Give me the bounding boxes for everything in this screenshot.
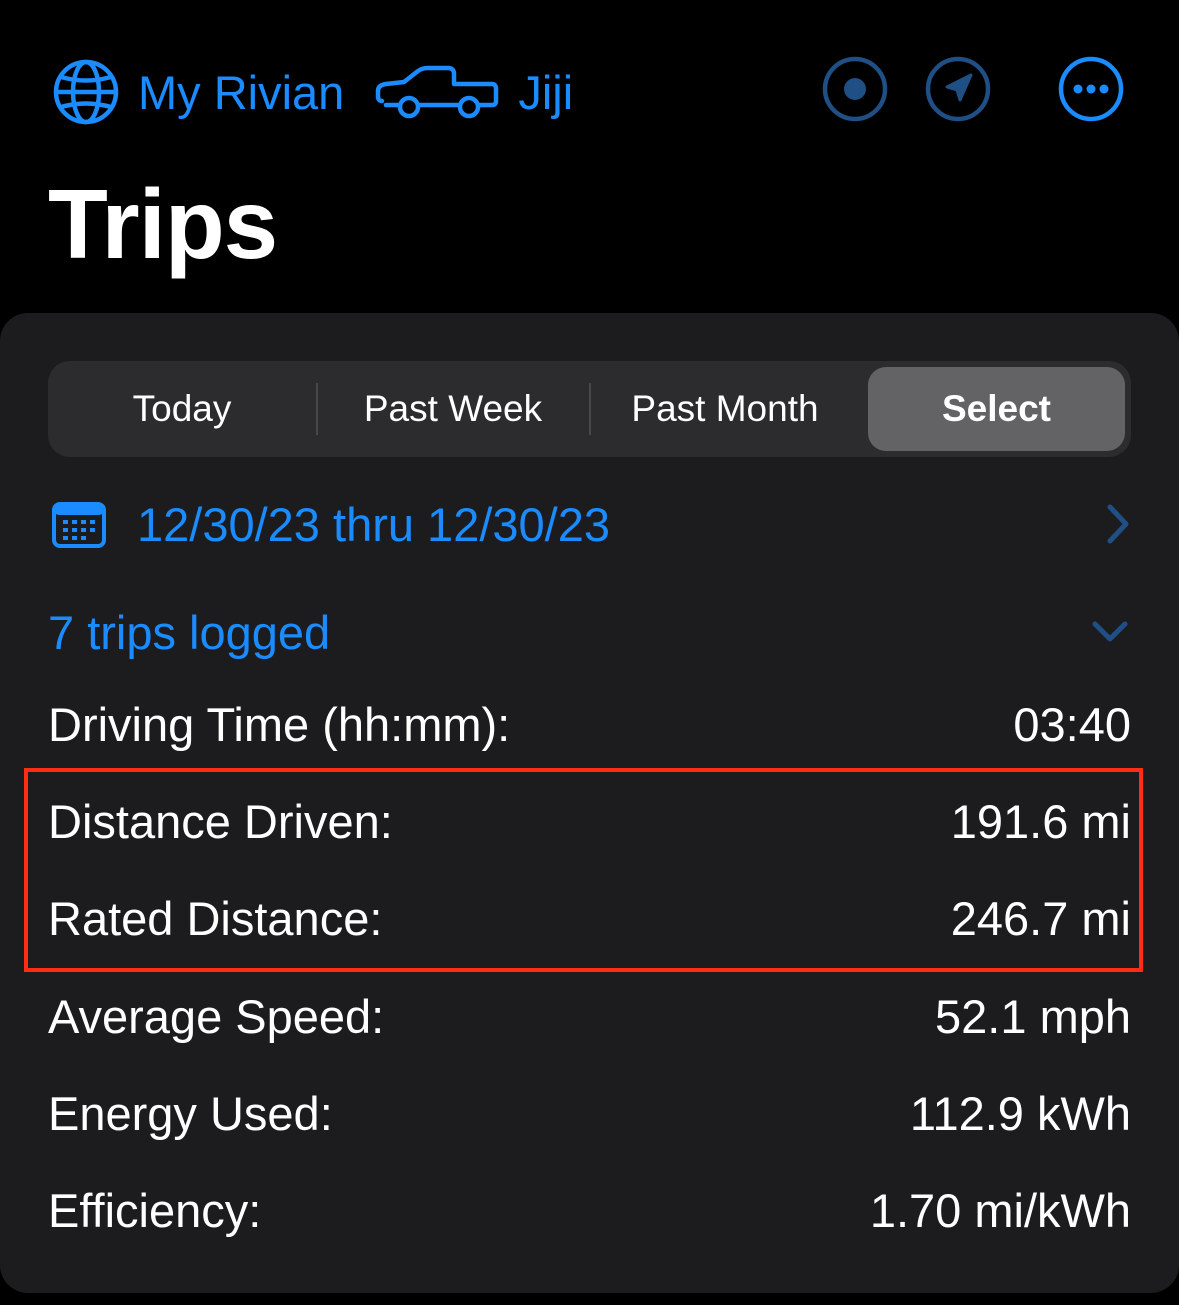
- segment-today[interactable]: Today: [48, 367, 316, 451]
- vehicle-button[interactable]: Jiji: [344, 65, 573, 120]
- trips-logged-text: 7 trips logged: [48, 605, 331, 659]
- highlight-annotation-box: [24, 768, 1143, 972]
- chevron-right-icon: [1107, 504, 1129, 544]
- stat-row-driving-time: Driving Time (hh:mm): 03:40: [48, 689, 1131, 759]
- nav-left-group: My Rivian Jiji: [52, 56, 573, 128]
- globe-icon: [53, 59, 119, 125]
- segment-past-month[interactable]: Past Month: [590, 367, 860, 451]
- stat-label: Efficiency:: [48, 1183, 262, 1237]
- trips-logged-row[interactable]: 7 trips logged: [48, 597, 1131, 667]
- range-segmented-control: Today Past Week Past Month Select: [48, 361, 1131, 457]
- ellipsis-circle-icon[interactable]: [1058, 56, 1124, 122]
- vehicle-label: Jiji: [518, 65, 574, 119]
- my-rivian-button[interactable]: My Rivian: [52, 58, 344, 126]
- date-range-row[interactable]: 12/30/23 thru 12/30/23: [48, 489, 1131, 559]
- stat-value: 112.9 kWh: [909, 1086, 1131, 1140]
- stat-row-average-speed: Average Speed: 52.1 mph: [48, 981, 1131, 1051]
- date-range-text: 12/30/23 thru 12/30/23: [137, 497, 611, 551]
- page-title: Trips: [48, 169, 278, 279]
- chevron-down-icon: [1092, 621, 1128, 642]
- stat-value: 1.70 mi/kWh: [869, 1183, 1131, 1237]
- stat-label: Average Speed:: [48, 989, 385, 1043]
- location-arrow-icon[interactable]: [925, 56, 991, 122]
- calendar-icon: [52, 502, 106, 548]
- my-rivian-label: My Rivian: [138, 65, 345, 119]
- record-icon[interactable]: [822, 56, 888, 122]
- top-nav-bar: My Rivian Jiji: [0, 50, 1179, 134]
- stat-value: 52.1 mph: [935, 989, 1131, 1043]
- segment-past-week[interactable]: Past Week: [318, 367, 588, 451]
- pickup-truck-icon: [376, 65, 499, 119]
- trips-summary-card: Today Past Week Past Month Select 12/30/…: [0, 313, 1179, 1293]
- segment-select[interactable]: Select: [868, 367, 1125, 451]
- stat-label: Driving Time (hh:mm):: [48, 697, 511, 751]
- stat-row-energy-used: Energy Used: 112.9 kWh: [48, 1078, 1131, 1148]
- stat-label: Energy Used:: [48, 1086, 333, 1140]
- stat-value: 03:40: [1013, 697, 1131, 751]
- stat-row-efficiency: Efficiency: 1.70 mi/kWh: [48, 1175, 1131, 1245]
